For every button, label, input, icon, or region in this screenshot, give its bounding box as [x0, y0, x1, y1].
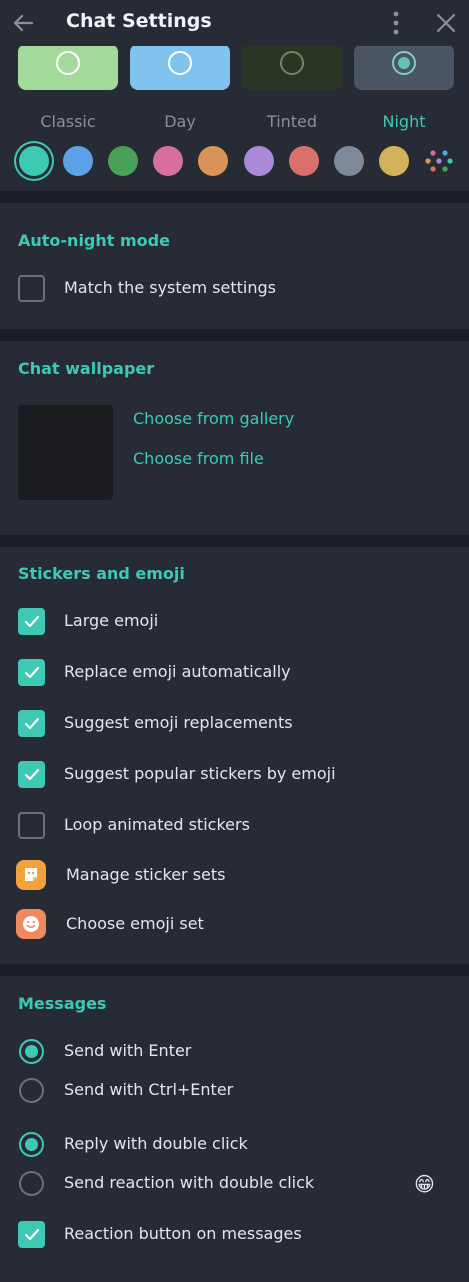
- theme-radio-day: [168, 51, 192, 75]
- reaction-double-click-label: Send reaction with double click: [64, 1173, 315, 1192]
- theme-radio-classic: [56, 51, 80, 75]
- page-title: Chat Settings: [66, 10, 212, 32]
- accent-swatch-gold[interactable]: [379, 146, 409, 176]
- send-ctrl-enter-radio[interactable]: [19, 1078, 44, 1103]
- match-system-label: Match the system settings: [64, 278, 276, 297]
- stickers-title: Stickers and emoji: [18, 564, 185, 583]
- reaction-button-checkbox[interactable]: [18, 1221, 45, 1248]
- accent-swatch-teal[interactable]: [19, 146, 49, 176]
- theme-label-tinted: Tinted: [266, 112, 318, 131]
- theme-tile-night[interactable]: [354, 46, 454, 90]
- accent-swatch-purple[interactable]: [244, 146, 274, 176]
- auto-night-title: Auto-night mode: [18, 231, 170, 250]
- section-divider: [0, 191, 469, 203]
- emoji-set-icon: [16, 909, 46, 939]
- reply-double-click-label: Reply with double click: [64, 1134, 248, 1153]
- theme-label-classic: Classic: [40, 112, 96, 131]
- wallpaper-title: Chat wallpaper: [18, 359, 155, 378]
- suggest-stickers-checkbox[interactable]: [18, 761, 45, 788]
- accent-swatch-orange[interactable]: [198, 146, 228, 176]
- section-divider: [0, 964, 469, 976]
- reaction-button-label: Reaction button on messages: [64, 1224, 302, 1243]
- large-emoji-checkbox[interactable]: [18, 608, 45, 635]
- loop-stickers-label: Loop animated stickers: [64, 815, 250, 834]
- reaction-emoji-picker[interactable]: 😁: [414, 1172, 435, 1196]
- suggest-stickers-label: Suggest popular stickers by emoji: [64, 764, 336, 783]
- large-emoji-label: Large emoji: [64, 611, 159, 630]
- match-system-checkbox[interactable]: [18, 275, 45, 302]
- theme-tile-day[interactable]: [130, 46, 230, 90]
- theme-label-day: Day: [164, 112, 196, 131]
- suggest-replacements-checkbox[interactable]: [18, 710, 45, 737]
- more-vertical-icon[interactable]: [386, 10, 406, 36]
- reply-double-click-radio[interactable]: [19, 1132, 44, 1157]
- section-divider: [0, 329, 469, 341]
- manage-sticker-sets-item[interactable]: Manage sticker sets: [66, 865, 225, 884]
- accent-swatch-pink[interactable]: [153, 146, 183, 176]
- back-arrow-icon[interactable]: [10, 9, 38, 37]
- theme-tile-tinted[interactable]: [242, 46, 342, 90]
- messages-title: Messages: [18, 994, 107, 1013]
- suggest-replacements-label: Suggest emoji replacements: [64, 713, 293, 732]
- header-bar: Chat Settings: [0, 0, 469, 46]
- theme-radio-night: [392, 51, 416, 75]
- choose-from-file-link[interactable]: Choose from file: [133, 449, 264, 468]
- theme-tile-classic[interactable]: [18, 46, 118, 90]
- custom-color-palette-icon[interactable]: [424, 146, 454, 176]
- stickers-section: [0, 547, 469, 964]
- accent-swatch-red[interactable]: [289, 146, 319, 176]
- accent-swatch-blue[interactable]: [63, 146, 93, 176]
- loop-stickers-checkbox[interactable]: [18, 812, 45, 839]
- accent-swatch-green[interactable]: [108, 146, 138, 176]
- accent-swatch-gray[interactable]: [334, 146, 364, 176]
- sticker-sets-icon: [16, 860, 46, 890]
- send-ctrl-enter-label: Send with Ctrl+Enter: [64, 1080, 234, 1099]
- choose-emoji-set-item[interactable]: Choose emoji set: [66, 914, 204, 933]
- theme-label-night: Night: [382, 112, 426, 131]
- theme-radio-tinted: [280, 51, 304, 75]
- send-enter-radio[interactable]: [19, 1039, 44, 1064]
- replace-emoji-checkbox[interactable]: [18, 659, 45, 686]
- replace-emoji-label: Replace emoji automatically: [64, 662, 291, 681]
- reaction-double-click-radio[interactable]: [19, 1171, 44, 1196]
- wallpaper-preview: [18, 405, 113, 500]
- section-divider: [0, 535, 469, 547]
- choose-from-gallery-link[interactable]: Choose from gallery: [133, 409, 294, 428]
- auto-night-section: [0, 203, 469, 329]
- theme-picker: Classic Day Tinted Night: [0, 46, 469, 191]
- close-icon[interactable]: [433, 10, 459, 36]
- send-enter-label: Send with Enter: [64, 1041, 192, 1060]
